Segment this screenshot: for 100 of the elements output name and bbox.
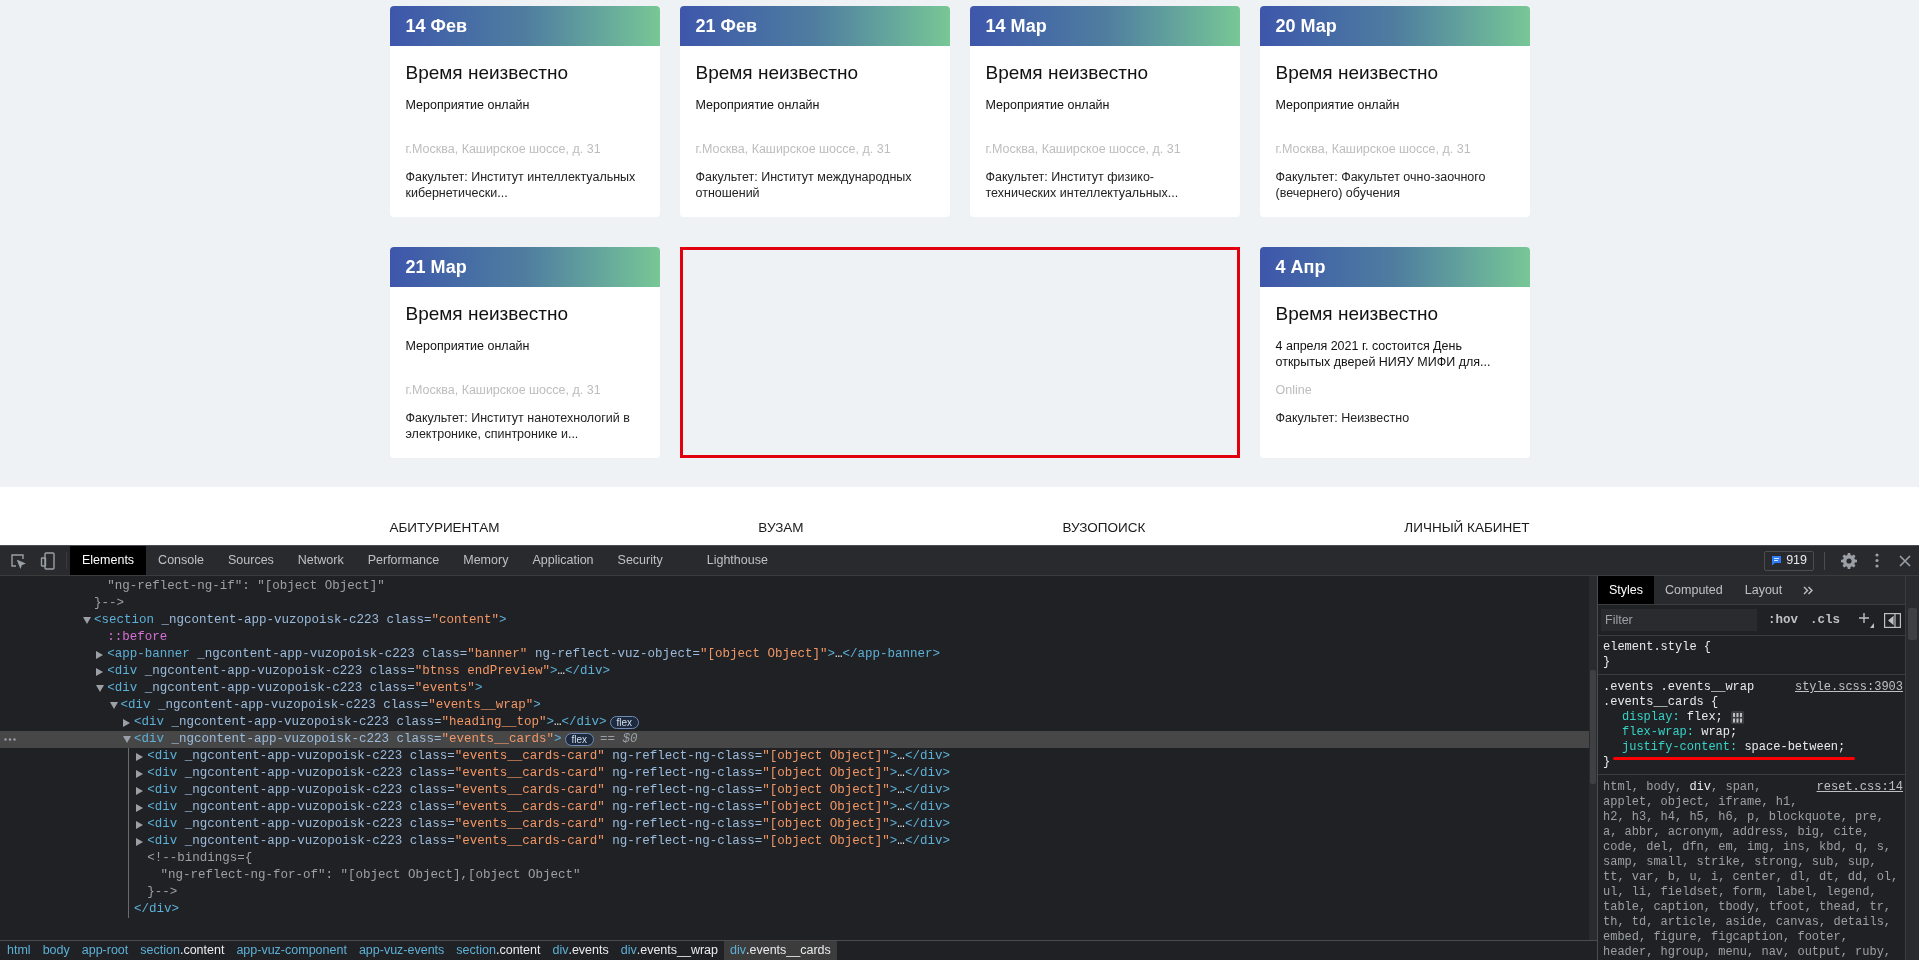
css-declaration[interactable]: display: flex; <box>1622 710 1723 725</box>
toggle-button[interactable]: :hov <box>1761 610 1804 630</box>
source-link[interactable]: reset.css:14 <box>1816 780 1903 795</box>
issues-badge[interactable]: 919 <box>1764 550 1814 571</box>
dom-tree-row[interactable]: }--> <box>0 884 1589 901</box>
dom-line: }--> <box>94 595 124 613</box>
expand-arrow-icon[interactable] <box>136 838 144 846</box>
css-declaration[interactable]: flex-wrap: wrap; <box>1622 725 1738 740</box>
devtools-tab[interactable]: Network <box>285 546 356 575</box>
close-icon[interactable] <box>1899 554 1911 567</box>
filter-field[interactable]: Filter <box>1601 609 1757 631</box>
breadcrumb-item[interactable]: div.events__wrap <box>614 941 725 960</box>
expand-arrow-icon[interactable] <box>136 821 144 829</box>
source-link[interactable]: style.scss:3903 <box>1794 680 1903 695</box>
more-options-icon[interactable] <box>1875 553 1879 568</box>
more-tabs-icon[interactable] <box>1803 585 1814 595</box>
dom-line: </div> <box>133 901 179 919</box>
expand-arrow-icon[interactable] <box>136 787 144 795</box>
flex-badge[interactable]: flex <box>609 716 640 729</box>
dom-tree-row[interactable]: <div _ngcontent-app-vuzopoisk-c223 class="btnss endPreview">…</div> <box>0 663 1589 680</box>
footer-nav-link[interactable]: ЛИЧНЫЙ КАБИНЕТ <box>1404 518 1530 539</box>
dom-tree-row[interactable]: <section _ngcontent-app-vuzopoisk-c223 class="content"> <box>0 612 1589 629</box>
dom-tree-row[interactable]: <app-banner _ngcontent-app-vuzopoisk-c223 class="banner" ng-reflect-vuz-object="[object Object]">…</app-banner> <box>0 646 1589 663</box>
dom-tree-row[interactable]: <div _ngcontent-app-vuzopoisk-c223 class="events__cards-card" ng-reflect-ng-class="[object Object]">…</div> <box>0 748 1589 765</box>
dom-tree-row[interactable]: <div _ngcontent-app-vuzopoisk-c223 class="events__wrap"> <box>0 697 1589 714</box>
dom-tree-row[interactable]: <div _ngcontent-app-vuzopoisk-c223 class="events__cards-card" ng-reflect-ng-class="[object Object]">…</div> <box>0 816 1589 833</box>
devtools-tab[interactable]: Memory <box>451 546 521 575</box>
sidebar-toggle-icon[interactable] <box>1884 612 1901 628</box>
footer-nav-link[interactable]: ВУЗОПОИСК <box>1062 518 1146 539</box>
dom-tree-row[interactable]: <!--bindings={ <box>0 850 1589 867</box>
dom-tree-row[interactable]: <div _ngcontent-app-vuzopoisk-c223 class="events__cards-card" ng-reflect-ng-class="[object Object]">…</div> <box>0 782 1589 799</box>
event-card[interactable]: 4 Апр Время неизвестно 4 апреля 2021 г. состоится День открытых дверей НИЯУ МИФИ для... Online Факультет: Неизвестно <box>1259 247 1530 458</box>
dom-line: <section _ngcontent-app-vuzopoisk-c223 class="content"> <box>94 612 507 630</box>
inspect-element-icon[interactable] <box>10 552 26 569</box>
footer-nav-link[interactable]: АБИТУРИЕНТАМ <box>389 518 500 539</box>
settings-icon[interactable] <box>1841 552 1857 569</box>
breadcrumb-item[interactable]: div.events <box>546 941 615 960</box>
breadcrumb-item[interactable]: section.content <box>450 941 547 960</box>
expand-arrow-icon[interactable] <box>96 668 104 676</box>
event-card[interactable]: 14 Фев Время неизвестно Мероприятие онлайн г.Москва, Каширское шоссе, д. 31 Факультет: Институт интеллектуальных кибернетически... <box>389 6 660 217</box>
expand-arrow-icon[interactable] <box>96 651 104 659</box>
dom-tree-row[interactable]: <div _ngcontent-app-vuzopoisk-c223 class="events"> <box>0 680 1589 697</box>
breadcrumb-item[interactable]: section.content <box>134 941 231 960</box>
closing-brace: } <box>1603 655 1612 670</box>
devtools-tab[interactable]: Security <box>605 546 675 575</box>
devtools-tab[interactable]: Performance <box>355 546 452 575</box>
collapse-arrow-icon[interactable] <box>122 736 131 743</box>
event-description: 4 апреля 2021 г. состоится День открытых дверей НИЯУ МИФИ для... <box>1275 338 1492 371</box>
new-rule-icon[interactable] <box>1858 612 1874 628</box>
breadcrumb-item[interactable]: app-root <box>75 941 135 960</box>
styles-tab[interactable]: Layout <box>1733 576 1794 604</box>
flex-badge[interactable]: flex <box>564 733 595 746</box>
css-declaration[interactable]: justify-content: space-between; <box>1622 740 1846 755</box>
breadcrumb-item[interactable]: body <box>36 941 76 960</box>
flex-editor-icon[interactable] <box>1730 711 1744 724</box>
scrollbar-thumb[interactable] <box>1590 670 1596 784</box>
expand-arrow-icon[interactable] <box>136 804 144 812</box>
expand-arrow-icon[interactable] <box>136 753 144 761</box>
footer-nav-link[interactable]: ВУЗАМ <box>758 518 804 539</box>
breadcrumb-item[interactable]: html <box>1 941 37 960</box>
dom-tree-row[interactable]: <div _ngcontent-app-vuzopoisk-c223 class="events__cards-card" ng-reflect-ng-class="[object Object]">…</div> <box>0 799 1589 816</box>
event-card[interactable]: 20 Мар Время неизвестно Мероприятие онлайн г.Москва, Каширское шоссе, д. 31 Факультет: Факультет очно-заочного (вечернего) обучения <box>1259 6 1530 217</box>
devtools-tab[interactable]: Elements <box>70 546 147 575</box>
devtools-tab[interactable]: Lighthouse <box>674 546 780 575</box>
styles-tab[interactable]: Styles <box>1598 576 1655 604</box>
device-toolbar-icon[interactable] <box>40 551 56 570</box>
dom-tree-row[interactable]: "ng-reflect-ng-if": "[object Object]" <box>0 578 1589 595</box>
dom-tree-row[interactable]: }--> <box>0 595 1589 612</box>
dom-tree-row[interactable]: <div _ngcontent-app-vuzopoisk-c223 class="events__cards-card" ng-reflect-ng-class="[object Object]">…</div> <box>0 833 1589 850</box>
devtools-tab[interactable]: Sources <box>216 546 286 575</box>
event-card[interactable]: 21 Фев Время неизвестно Мероприятие онлайн г.Москва, Каширское шоссе, д. 31 Факультет: Институт международных отношений <box>679 6 950 217</box>
selector-text: table, caption, tbody, tfoot, thead, tr, <box>1603 900 1892 915</box>
more-icon[interactable] <box>4 738 16 741</box>
breadcrumb-item[interactable]: app-vuz-component <box>230 941 353 960</box>
selector-text: .events__cards { <box>1603 695 1719 710</box>
collapse-arrow-icon[interactable] <box>109 702 118 709</box>
breadcrumb-item[interactable]: app-vuz-events <box>352 941 451 960</box>
event-time: Время неизвестно <box>1275 302 1440 326</box>
devtools-tab[interactable]: Application <box>520 546 606 575</box>
event-date: 14 Фев <box>405 14 467 38</box>
toggle-button[interactable]: .cls <box>1804 610 1846 630</box>
dom-tree-row[interactable]: <div _ngcontent-app-vuzopoisk-c223 class="heading__top">…</div> flex <box>0 714 1589 731</box>
devtools-tab[interactable]: Console <box>146 546 216 575</box>
dom-line: <div _ngcontent-app-vuzopoisk-c223 class="btnss endPreview">…</div> <box>107 663 610 681</box>
expand-arrow-icon[interactable] <box>122 719 130 727</box>
dom-tree-row[interactable]: "ng-reflect-ng-for-of": "[object Object],[object Object" <box>0 867 1589 884</box>
collapse-arrow-icon[interactable] <box>83 617 91 624</box>
dom-tree-row[interactable]: <div _ngcontent-app-vuzopoisk-c223 class="events__cards"> flex == $0 <box>0 731 1589 748</box>
selector-text: code, del, dfn, em, img, ins, kbd, q, s, <box>1603 840 1892 855</box>
event-time: Время неизвестно <box>1275 61 1440 85</box>
event-faculty: Факультет: Институт нанотехнологий в электронике, спинтронике и... <box>405 410 631 442</box>
breadcrumb-item[interactable]: div.events__cards <box>724 941 837 960</box>
expand-arrow-icon[interactable] <box>136 770 144 778</box>
styles-tab[interactable]: Computed <box>1654 576 1734 604</box>
event-card[interactable]: 21 Мар Время неизвестно Мероприятие онлайн г.Москва, Каширское шоссе, д. 31 Факультет: Институт нанотехнологий в электронике, спинтронике и... <box>389 247 660 458</box>
selector-text: th, td, article, aside, canvas, details, <box>1603 915 1892 930</box>
dom-tree-row[interactable]: <div _ngcontent-app-vuzopoisk-c223 class="events__cards-card" ng-reflect-ng-class="[object Object]">…</div> <box>0 765 1589 782</box>
collapse-arrow-icon[interactable] <box>96 685 105 692</box>
event-card[interactable]: 14 Мар Время неизвестно Мероприятие онлайн г.Москва, Каширское шоссе, д. 31 Факультет: Институт физико-технических интеллектуальных... <box>969 6 1240 217</box>
dom-tree-row[interactable]: ::before <box>0 629 1589 646</box>
